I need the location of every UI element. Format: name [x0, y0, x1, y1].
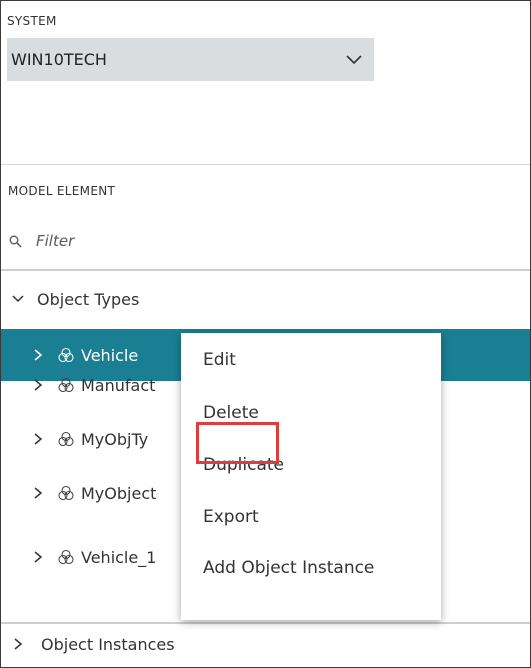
- menu-item-duplicate[interactable]: Duplicate: [181, 445, 441, 485]
- tree-item-label: Manufact: [81, 375, 156, 395]
- chevron-down-icon: [346, 54, 362, 64]
- search-icon: [9, 235, 22, 247]
- model-element-label: MODEL ELEMENT: [8, 184, 116, 198]
- tree-node-label: Object Types: [37, 289, 140, 309]
- chevron-right-icon[interactable]: [31, 486, 45, 500]
- model-panel: SYSTEM WIN10TECH MODEL ELEMENT Filter Ob…: [0, 0, 531, 668]
- cube-icon: [58, 431, 74, 447]
- menu-item-add-object-instance[interactable]: Add Object Instance: [181, 548, 441, 588]
- chevron-right-icon[interactable]: [31, 550, 45, 564]
- tree-node-object-types[interactable]: Object Types: [1, 273, 530, 325]
- cube-icon: [58, 377, 74, 393]
- menu-item-delete[interactable]: Delete: [181, 393, 441, 433]
- cube-icon: [58, 549, 74, 565]
- system-dropdown-value: WIN10TECH: [11, 50, 107, 69]
- filter-divider: [1, 269, 530, 271]
- context-menu: Edit Delete Duplicate Export Add Object …: [181, 333, 441, 620]
- chevron-right-icon[interactable]: [31, 432, 45, 446]
- tree-item-label: MyObjTy: [81, 429, 149, 449]
- tree-item-label: MyObject: [81, 483, 157, 503]
- section-divider: [1, 164, 530, 165]
- tree-node-label: Object Instances: [41, 634, 175, 654]
- system-dropdown[interactable]: WIN10TECH: [7, 38, 374, 81]
- menu-item-edit[interactable]: Edit: [181, 340, 441, 380]
- menu-item-export[interactable]: Export: [181, 497, 441, 537]
- tree-node-object-instances[interactable]: Object Instances: [1, 618, 530, 667]
- chevron-right-icon[interactable]: [31, 378, 45, 392]
- filter-placeholder: Filter: [36, 232, 75, 250]
- system-label: SYSTEM: [7, 14, 57, 28]
- tree-item-label: Vehicle_1: [81, 547, 157, 567]
- chevron-down-icon[interactable]: [11, 292, 25, 306]
- chevron-right-icon[interactable]: [11, 637, 25, 651]
- filter-input[interactable]: Filter: [9, 226, 520, 256]
- cube-icon: [58, 485, 74, 501]
